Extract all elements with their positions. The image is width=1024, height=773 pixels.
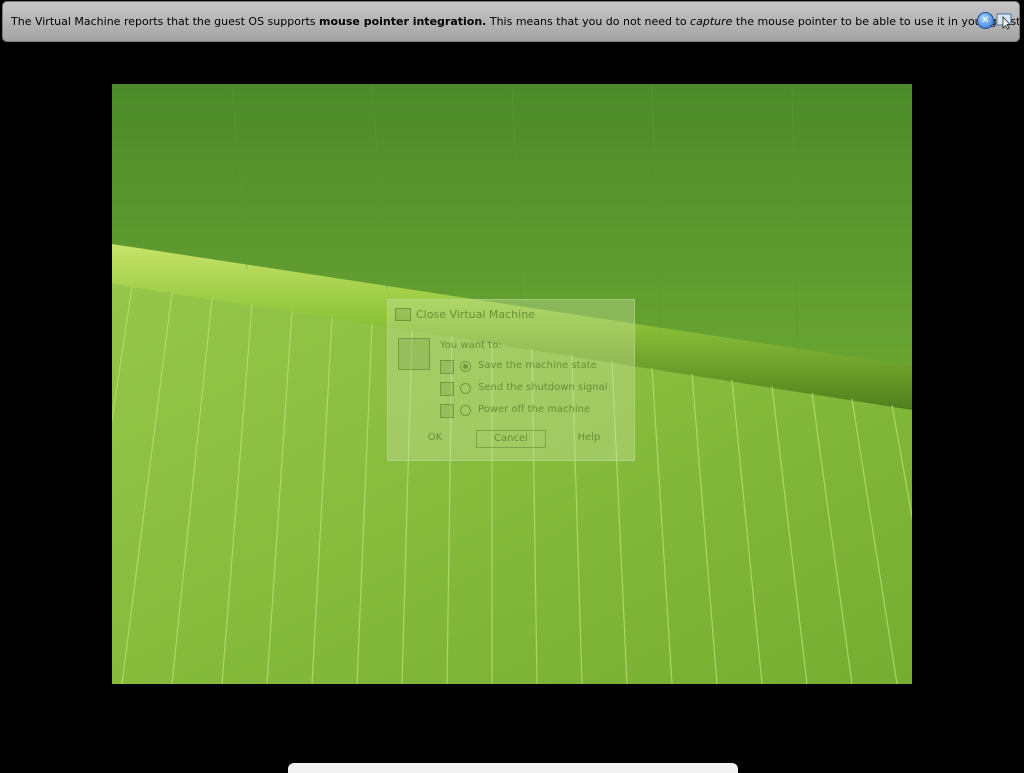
help-button[interactable]: Help	[576, 430, 602, 446]
ok-button[interactable]: OK	[424, 430, 446, 446]
mini-toolbar[interactable]	[288, 763, 738, 773]
cancel-button[interactable]: Cancel	[476, 430, 546, 448]
dialog-title: Close Virtual Machine	[416, 308, 535, 321]
mouse-integration-notification: The Virtual Machine reports that the gue…	[2, 1, 1020, 42]
close-vm-dialog: Close Virtual Machine You want to: Save …	[387, 299, 635, 461]
vm-icon	[395, 308, 411, 321]
shutdown-signal-icon	[440, 382, 454, 396]
save-state-icon	[440, 360, 454, 374]
power-off-icon	[440, 404, 454, 418]
power-off-radio[interactable]	[460, 405, 471, 416]
mouse-pointer-integration-icon	[996, 12, 1014, 30]
shutdown-signal-radio[interactable]	[460, 383, 471, 394]
dialog-prompt: You want to:	[440, 340, 502, 351]
save-state-radio[interactable]	[460, 361, 471, 372]
close-icon[interactable]: ✕	[977, 12, 994, 29]
notification-message: The Virtual Machine reports that the gue…	[11, 15, 1019, 28]
close-vm-icon	[398, 338, 430, 370]
